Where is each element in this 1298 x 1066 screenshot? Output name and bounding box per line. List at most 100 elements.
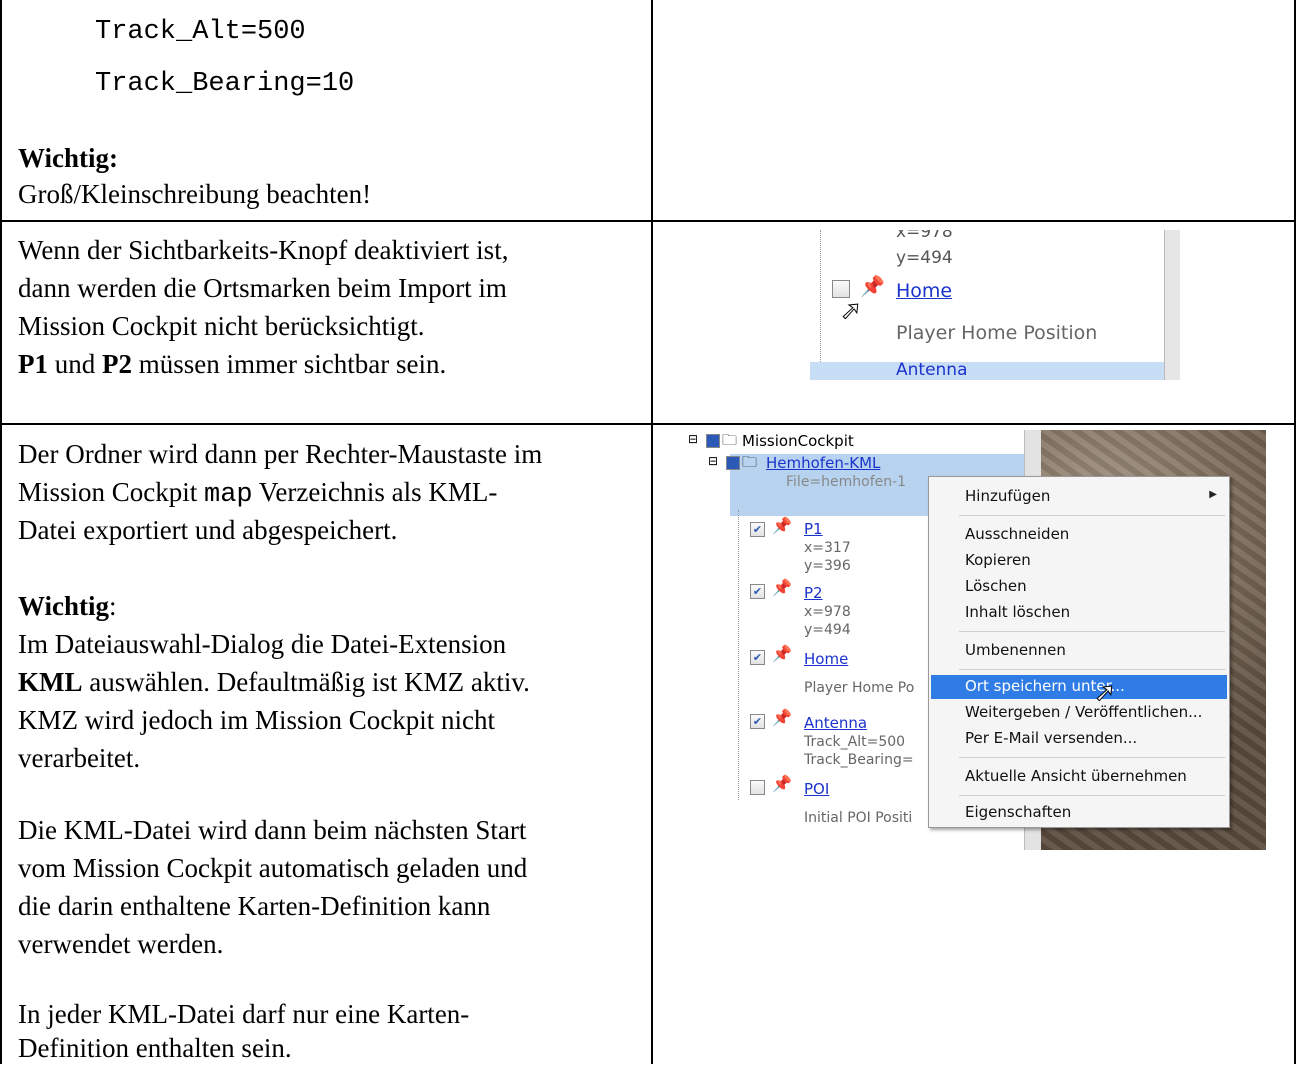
menu-separator (959, 669, 1225, 670)
autoload-line-2: vom Mission Cockpit automatisch geladen … (18, 853, 528, 883)
visibility-text-line-2: dann werden die Ortsmarken beim Import i… (18, 273, 507, 303)
p1-y: y=396 (804, 558, 851, 574)
export-line-1: Der Ordner wird dann per Rechter-Maustas… (18, 439, 543, 469)
p1-checkbox[interactable]: ✔ (750, 522, 765, 537)
antenna-checkbox[interactable]: ✔ (750, 714, 765, 729)
autoload-line-4: verwendet werden. (18, 929, 224, 959)
export-line-2b: Verzeichnis als KML- (252, 477, 498, 507)
kml-bold: KML (18, 667, 83, 697)
table-border-middle (651, 0, 653, 1064)
important-text-1: Groß/Kleinschreibung beachten! (18, 179, 372, 209)
menu-separator (959, 757, 1225, 758)
hemhofen-folder-link[interactable]: Hemhofen-KML (766, 454, 880, 472)
p2-pin-icon: 📌 (772, 578, 792, 597)
poi-checkbox[interactable] (750, 780, 765, 795)
single-map-line-2: Definition enthalten sein. (18, 1033, 292, 1063)
poi-desc: Initial POI Positi (804, 810, 913, 826)
home-pin-icon: 📌 (772, 644, 792, 663)
export-line-3: Datei exportiert und abgespeichert. (18, 515, 398, 545)
code-track-bearing: Track_Bearing=10 (95, 69, 355, 99)
home-desc: Player Home Po (804, 680, 915, 696)
root-checkbox[interactable] (706, 434, 720, 448)
mouse-cursor-icon: ➚ (1094, 678, 1117, 709)
visibility-text-line-1: Wenn der Sichtbarkeits-Knopf deaktiviert… (18, 235, 509, 265)
document-table: Track_Alt=500 Track_Bearing=10 Wichtig: … (0, 0, 1298, 1064)
context-menu: Hinzufügen ▶ Ausschneiden Kopieren Lösch… (928, 476, 1230, 828)
home-checkbox[interactable]: ✔ (750, 650, 765, 665)
mouse-cursor-icon: ➚ (840, 296, 863, 327)
menu-item-properties[interactable]: Eigenschaften (965, 803, 1071, 821)
visibility-screenshot: x=978 y=494 📌 Home ➚ Player Home Positio… (810, 230, 1180, 380)
p1-bold: P1 (18, 349, 48, 379)
root-folder-label: MissionCockpit (742, 432, 854, 450)
row-divider-1 (0, 220, 1296, 222)
coord-y: y=494 (896, 248, 953, 268)
expand-root-icon[interactable]: ⊟ (688, 432, 698, 446)
subfolder-icon: 🗀 (742, 453, 758, 471)
export-line-2: Mission Cockpit map Verzeichnis als KML- (18, 474, 497, 513)
menu-item-rename[interactable]: Umbenennen (965, 641, 1066, 659)
p1-x: x=317 (804, 540, 851, 556)
antenna-alt: Track_Alt=500 (804, 734, 906, 750)
table-border-right (1294, 0, 1296, 1064)
important-colon: : (109, 591, 117, 621)
antenna-link[interactable]: Antenna (804, 714, 867, 732)
home-description: Player Home Position (896, 322, 1098, 344)
row-divider-2 (0, 423, 1296, 425)
dialog-line-2-rest: auswählen. Defaultmäßig ist KMZ aktiv. (82, 667, 530, 697)
single-map-line-1: In jeder KML-Datei darf nur eine Karten- (18, 999, 470, 1029)
selected-row[interactable]: Antenna (810, 360, 1164, 380)
menu-item-current-view[interactable]: Aktuelle Ansicht übernehmen (965, 767, 1187, 785)
visibility-text-line-4: P1 und P2 müssen immer sichtbar sein. (18, 346, 446, 382)
expand-folder-icon[interactable]: ⊟ (708, 454, 718, 468)
antenna-link[interactable]: Antenna (896, 360, 968, 380)
menu-item-add[interactable]: Hinzufügen (965, 487, 1050, 505)
p2-x: x=978 (804, 604, 851, 620)
poi-pin-icon: 📌 (772, 774, 792, 793)
submenu-arrow-icon: ▶ (1209, 489, 1217, 500)
folder-icon: 🗀 (722, 431, 738, 449)
visibility-text-line-3: Mission Cockpit nicht berücksichtigt. (18, 311, 425, 341)
menu-separator (959, 795, 1225, 796)
antenna-bearing: Track_Bearing= (804, 752, 914, 768)
folder-checkbox[interactable] (726, 456, 740, 470)
autoload-line-3: die darin enthaltene Karten-Definition k… (18, 891, 491, 921)
antenna-pin-icon: 📌 (772, 708, 792, 727)
menu-item-share[interactable]: Weitergeben / Veröffentlichen... (965, 703, 1202, 721)
menu-separator (959, 631, 1225, 632)
dialog-line-4: verarbeitet. (18, 743, 141, 773)
menu-item-delete[interactable]: Löschen (965, 577, 1027, 595)
folder-file: File=hemhofen-1 (786, 474, 907, 490)
home-placemark-link[interactable]: Home (896, 280, 952, 302)
p2-checkbox[interactable]: ✔ (750, 584, 765, 599)
dialog-line-1: Im Dateiauswahl-Dialog die Datei-Extensi… (18, 629, 507, 659)
context-menu-screenshot: ⊟ 🗀 MissionCockpit ⊟ 🗀 Hemhofen-KML File… (680, 430, 1266, 850)
coord-x: x=978 (896, 230, 953, 242)
important-bold: Wichtig (18, 591, 110, 621)
menu-item-delete-content[interactable]: Inhalt löschen (965, 603, 1070, 621)
p2-link[interactable]: P2 (804, 584, 823, 602)
p2-y: y=494 (804, 622, 851, 638)
map-folder-code: map (204, 480, 253, 510)
home-link[interactable]: Home (804, 650, 848, 668)
menu-item-email[interactable]: Per E-Mail versenden... (965, 729, 1137, 747)
dialog-line-3: KMZ wird jedoch im Mission Cockpit nicht (18, 705, 495, 735)
important-label-1: Wichtig: (18, 143, 118, 173)
and-text: und (48, 349, 102, 379)
p1-link[interactable]: P1 (804, 520, 823, 538)
visible-rest: müssen immer sichtbar sein. (132, 349, 447, 379)
tree-line-main (738, 510, 739, 800)
pushpin-icon: 📌 (860, 274, 885, 298)
dialog-line-2: KML auswählen. Defaultmäßig ist KMZ akti… (18, 664, 530, 700)
scrollbar[interactable] (1164, 230, 1180, 380)
poi-link[interactable]: POI (804, 780, 829, 798)
menu-item-cut[interactable]: Ausschneiden (965, 525, 1069, 543)
important-label-2: Wichtig: (18, 588, 117, 624)
menu-separator (959, 515, 1225, 516)
p1-pin-icon: 📌 (772, 516, 792, 535)
export-line-2a: Mission Cockpit (18, 477, 205, 507)
tree-line (820, 230, 821, 380)
autoload-line-1: Die KML-Datei wird dann beim nächsten St… (18, 815, 527, 845)
menu-item-copy[interactable]: Kopieren (965, 551, 1031, 569)
p2-bold: P2 (102, 349, 132, 379)
